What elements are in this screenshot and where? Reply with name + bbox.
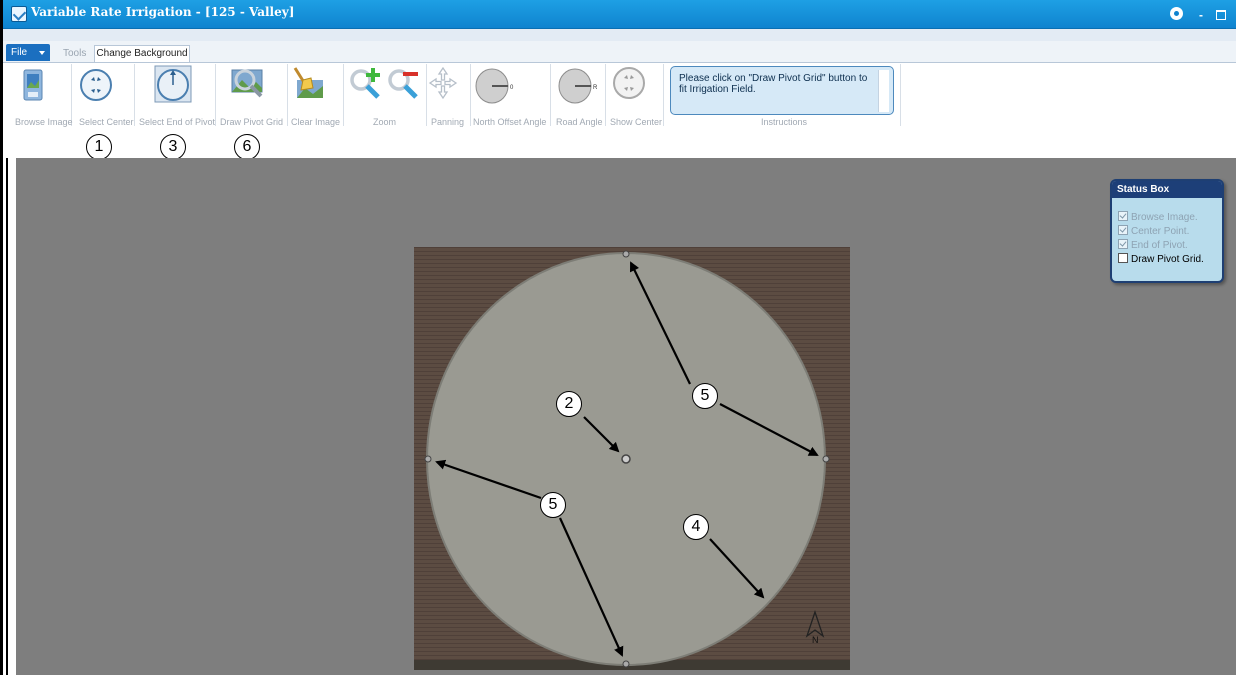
checkbox-icon bbox=[1118, 225, 1128, 235]
callout-number: 5 bbox=[692, 383, 718, 409]
status-item-center-point: Center Point. bbox=[1118, 225, 1189, 237]
arrow-to-right-point bbox=[719, 403, 819, 456]
arrow-to-left-point bbox=[435, 459, 542, 500]
status-box-title: Status Box bbox=[1112, 181, 1222, 198]
status-box: Status Box Browse Image. Center Point. E… bbox=[1110, 179, 1224, 283]
status-item-label: Draw Pivot Grid. bbox=[1131, 254, 1204, 265]
status-item-draw-pivot-grid: Draw Pivot Grid. bbox=[1118, 253, 1204, 265]
north-arrow-icon bbox=[805, 609, 825, 638]
status-item-browse-image: Browse Image. bbox=[1118, 211, 1198, 223]
status-item-label: Center Point. bbox=[1131, 226, 1190, 237]
checkbox-icon bbox=[1118, 239, 1128, 249]
arrow-to-center bbox=[583, 416, 620, 453]
status-item-end-of-pivot: End of Pivot. bbox=[1118, 239, 1188, 251]
pivot-edge-point[interactable] bbox=[622, 660, 630, 668]
pivot-edge-point[interactable] bbox=[424, 455, 432, 463]
callout-number: 2 bbox=[556, 391, 582, 417]
status-item-label: End of Pivot. bbox=[1131, 240, 1188, 251]
checkbox-icon bbox=[1118, 253, 1128, 263]
status-item-label: Browse Image. bbox=[1131, 212, 1198, 223]
arrow-to-bottom-point bbox=[558, 517, 624, 657]
pivot-edge-point[interactable] bbox=[622, 250, 630, 258]
pivot-edge-point[interactable] bbox=[822, 455, 830, 463]
north-label: N bbox=[812, 635, 819, 645]
callout-number: 5 bbox=[540, 492, 566, 518]
pivot-center-point[interactable] bbox=[621, 454, 631, 464]
annotation-overlay: N bbox=[424, 250, 830, 668]
arrow-to-circle-edge bbox=[709, 538, 765, 599]
arrow-to-top-point bbox=[630, 261, 691, 385]
checkbox-icon bbox=[1118, 211, 1128, 221]
callout-number: 4 bbox=[683, 514, 709, 540]
